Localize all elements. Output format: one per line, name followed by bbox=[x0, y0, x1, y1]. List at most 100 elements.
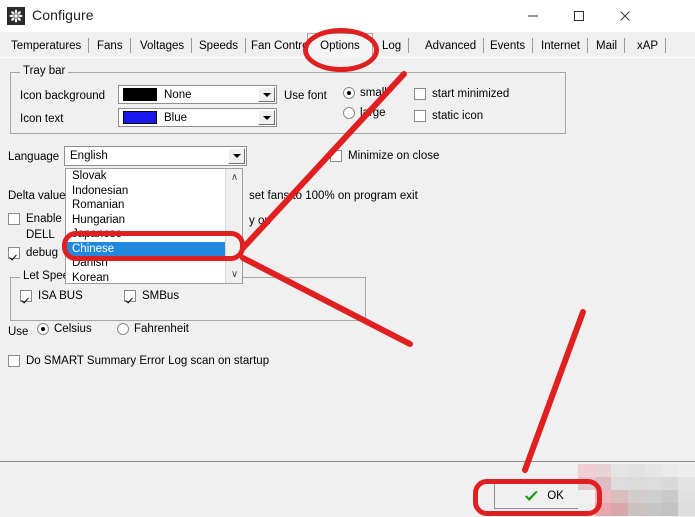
icon-text-value: Blue bbox=[164, 111, 188, 124]
dropdown-item-korean[interactable]: Korean bbox=[66, 271, 225, 284]
tab-separator bbox=[624, 38, 626, 53]
radio-indicator bbox=[37, 323, 49, 335]
tab-events[interactable]: Events bbox=[483, 34, 534, 57]
tab-xap[interactable]: xAP bbox=[630, 34, 667, 57]
static-icon-checkbox[interactable]: static icon bbox=[414, 110, 483, 122]
tab-fans[interactable]: Fans bbox=[90, 34, 131, 57]
checkbox-indicator bbox=[124, 290, 136, 302]
minimize-button[interactable] bbox=[510, 0, 556, 32]
enable-dell-label2: DELL bbox=[26, 229, 55, 241]
celsius-radio[interactable]: Celsius bbox=[37, 323, 92, 335]
dropdown-item-hungarian[interactable]: Hungarian bbox=[66, 213, 225, 228]
language-label: Language bbox=[8, 151, 60, 163]
radio-indicator bbox=[343, 107, 355, 119]
tray-bar-group: Tray bar bbox=[10, 65, 566, 134]
language-value: English bbox=[70, 150, 108, 162]
tab-separator bbox=[408, 38, 410, 53]
checkbox-indicator bbox=[8, 247, 20, 259]
partial-right-label: y on bbox=[249, 215, 271, 227]
icon-text-color-swatch bbox=[123, 111, 157, 124]
tab-separator bbox=[665, 38, 667, 53]
language-dropdown-items: Slovak Indonesian Romanian Hungarian Jap… bbox=[66, 169, 225, 284]
chevron-down-icon[interactable] bbox=[258, 87, 275, 102]
dropdown-item-indonesian[interactable]: Indonesian bbox=[66, 184, 225, 199]
tab-mail[interactable]: Mail bbox=[589, 34, 626, 57]
icon-background-label: Icon background bbox=[20, 90, 106, 102]
fan-icon bbox=[7, 7, 25, 25]
use-font-large-label: large bbox=[360, 107, 386, 119]
icon-background-value: None bbox=[164, 88, 192, 101]
enable-dell-checkbox[interactable]: Enable bbox=[8, 213, 62, 225]
dropdown-item-romanian[interactable]: Romanian bbox=[66, 198, 225, 213]
tab-label: Internet bbox=[541, 39, 580, 52]
tab-label: Log bbox=[382, 39, 402, 52]
checkbox-indicator bbox=[414, 110, 426, 122]
icon-text-label: Icon text bbox=[20, 113, 64, 125]
debug-label: debug bbox=[26, 247, 58, 259]
set-fans-on-exit-label: set fans to 100% on program exit bbox=[249, 190, 418, 202]
delta-value-label: Delta value bbox=[8, 190, 66, 202]
tab-label: Advanced bbox=[425, 39, 477, 52]
chevron-down-icon[interactable] bbox=[258, 110, 275, 125]
isa-bus-checkbox[interactable]: ISA BUS bbox=[20, 290, 83, 302]
radio-indicator bbox=[117, 323, 129, 335]
smbus-checkbox[interactable]: SMBus bbox=[124, 290, 179, 302]
fahrenheit-radio[interactable]: Fahrenheit bbox=[117, 323, 189, 335]
smart-scan-checkbox[interactable]: Do SMART Summary Error Log scan on start… bbox=[8, 355, 269, 367]
tab-separator bbox=[587, 38, 588, 53]
tab-label: Mail bbox=[596, 39, 618, 52]
tab-label: Voltages bbox=[140, 39, 185, 52]
tab-label: Speeds bbox=[199, 39, 239, 52]
use-font-large-radio[interactable]: large bbox=[343, 107, 386, 119]
checkbox-indicator bbox=[414, 88, 426, 100]
close-button[interactable] bbox=[602, 0, 648, 32]
tab-temperatures[interactable]: Temperatures bbox=[4, 34, 90, 57]
annotation-rect-chinese-item bbox=[62, 231, 245, 261]
start-minimized-checkbox[interactable]: start minimized bbox=[414, 88, 509, 100]
tab-label: Events bbox=[490, 39, 526, 52]
static-icon-label: static icon bbox=[432, 110, 484, 122]
fahrenheit-label: Fahrenheit bbox=[134, 323, 189, 335]
tab-internet[interactable]: Internet bbox=[534, 34, 588, 57]
language-combo[interactable]: English bbox=[64, 146, 247, 166]
icon-background-color-swatch bbox=[123, 88, 157, 101]
celsius-label: Celsius bbox=[54, 323, 92, 335]
scroll-up-icon[interactable]: ∧ bbox=[226, 169, 242, 186]
configure-window: Configure Temperatures Fans Voltages Spe… bbox=[0, 0, 695, 517]
tab-voltages[interactable]: Voltages bbox=[133, 34, 193, 57]
maximize-button[interactable] bbox=[556, 0, 602, 32]
tab-log[interactable]: Log bbox=[375, 34, 410, 57]
tab-label: Fans bbox=[97, 39, 123, 52]
use-font-small-radio[interactable]: small bbox=[343, 87, 387, 99]
checkbox-indicator bbox=[8, 355, 20, 367]
minimize-on-close-checkbox[interactable]: Minimize on close bbox=[330, 150, 439, 162]
checkbox-indicator bbox=[20, 290, 32, 302]
icon-text-combo[interactable]: Blue bbox=[118, 108, 277, 127]
icon-background-combo[interactable]: None bbox=[118, 85, 277, 104]
use-font-small-label: small bbox=[360, 87, 387, 99]
annotation-ellipse-options-tab bbox=[303, 28, 379, 72]
units-label: Use bbox=[8, 326, 29, 338]
debug-checkbox[interactable]: debug bbox=[8, 247, 58, 259]
scroll-down-icon[interactable]: ∨ bbox=[226, 266, 242, 283]
checkbox-indicator bbox=[8, 213, 20, 225]
dropdown-item-slovak[interactable]: Slovak bbox=[66, 169, 225, 184]
smbus-label: SMBus bbox=[142, 290, 180, 302]
start-minimized-label: start minimized bbox=[432, 88, 510, 100]
tab-separator bbox=[129, 38, 131, 53]
annotation-rect-ok-button bbox=[473, 479, 602, 516]
checkbox-indicator bbox=[330, 150, 342, 162]
tab-advanced[interactable]: Advanced bbox=[418, 34, 485, 57]
window-title: Configure bbox=[32, 7, 94, 23]
use-font-label: Use font bbox=[284, 90, 327, 102]
dropdown-scrollbar[interactable]: ∧ ∨ bbox=[225, 169, 242, 283]
smart-scan-label: Do SMART Summary Error Log scan on start… bbox=[26, 355, 270, 367]
tab-speeds[interactable]: Speeds bbox=[192, 34, 247, 57]
isa-bus-label: ISA BUS bbox=[38, 290, 83, 302]
language-dropdown-list[interactable]: Slovak Indonesian Romanian Hungarian Jap… bbox=[65, 168, 243, 284]
tray-bar-group-label: Tray bar bbox=[20, 65, 69, 77]
tab-label: Temperatures bbox=[11, 39, 82, 52]
tab-label: xAP bbox=[637, 39, 659, 52]
radio-indicator bbox=[343, 87, 355, 99]
chevron-down-icon[interactable] bbox=[228, 148, 245, 164]
